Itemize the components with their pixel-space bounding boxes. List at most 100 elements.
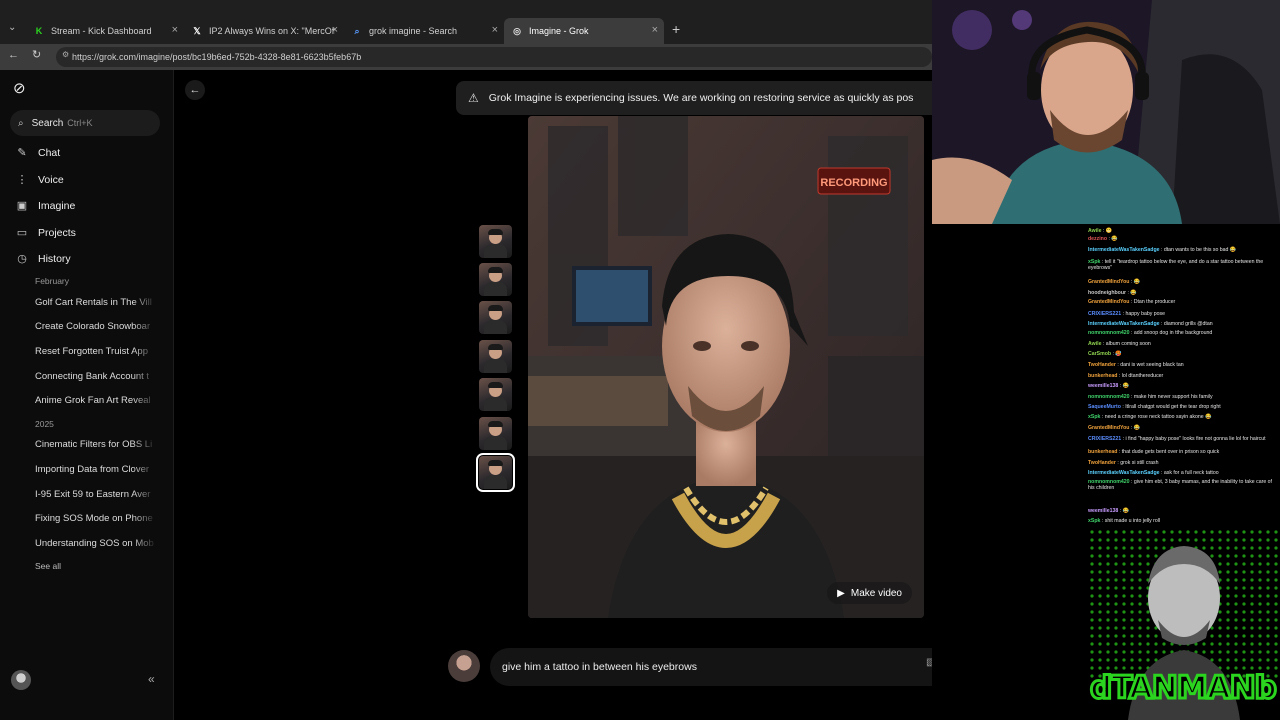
chat-username[interactable]: IntermediateWasTakenSadge xyxy=(1088,321,1160,327)
chat-username[interactable]: GrantedMindYou xyxy=(1088,279,1129,285)
chat-message: xSpk : tell it "teardrop tattoo below th… xyxy=(1088,259,1274,271)
chat-username[interactable]: GrantedMindYou xyxy=(1088,425,1129,431)
history-item[interactable]: Reset Forgotten Truist App xyxy=(35,346,157,357)
chat-username[interactable]: Awile xyxy=(1088,228,1101,234)
avatar[interactable] xyxy=(11,670,31,690)
chat-message: GrantedMindYou : 😂 xyxy=(1088,425,1274,431)
back-button[interactable]: ← xyxy=(185,80,205,100)
sidebar-item-projects[interactable]: ▭ Projects xyxy=(16,226,76,240)
sidebar-item-history[interactable]: ◷ History xyxy=(16,252,70,266)
chat-message: Awile : 😬 xyxy=(1088,228,1274,234)
chat-username[interactable]: hoodneighbour xyxy=(1088,290,1126,296)
chat-text: : 😬 xyxy=(1102,228,1113,234)
history-item[interactable]: Create Colorado Snowboar xyxy=(35,321,157,332)
tab-list-chevron-icon[interactable]: ⌄ xyxy=(8,22,16,33)
chat-username[interactable]: CRIXIERS221 xyxy=(1088,436,1121,442)
chat-username[interactable]: CRIXIERS221 xyxy=(1088,311,1121,317)
sidebar-item-chat[interactable]: ✎ Chat xyxy=(16,146,60,160)
chat-username[interactable]: bunkerhead xyxy=(1088,449,1117,455)
chat-message: IntermediateWasTakenSadge : diamond gril… xyxy=(1088,321,1274,327)
chat-username[interactable]: xSpk xyxy=(1088,518,1100,524)
tab-title: Stream - Kick Dashboard xyxy=(51,26,152,36)
generated-image[interactable]: RECORDING ▶ Make video xyxy=(528,116,924,618)
chat-username[interactable]: IntermediateWasTakenSadge xyxy=(1088,470,1160,476)
chat-text: : add snoop dog in tthe background xyxy=(1130,330,1213,336)
chat-message: bunkerhead : that dude gets bent over in… xyxy=(1088,449,1274,455)
chat-message: nomnomnom420 : add snoop dog in tthe bac… xyxy=(1088,330,1274,336)
tab-kick-dashboard[interactable]: K Stream - Kick Dashboard × xyxy=(26,18,184,44)
history-item[interactable]: Importing Data from Clover xyxy=(35,464,157,475)
chat-username[interactable]: GrantedMindYou xyxy=(1088,299,1129,305)
history-item[interactable]: Connecting Bank Account t xyxy=(35,371,157,382)
chat-username[interactable]: weemille138 xyxy=(1088,383,1118,389)
see-all-link[interactable]: See all xyxy=(35,561,61,571)
webcam-feed xyxy=(932,0,1280,224)
generated-image-art: RECORDING xyxy=(528,116,924,618)
prompt-avatar xyxy=(448,650,480,682)
new-tab-icon[interactable]: + xyxy=(672,21,680,37)
tab-x-post[interactable]: 𝕏 IP2 Always Wins on X: "MercOffDa × xyxy=(184,18,344,44)
sidebar-item-imagine[interactable]: ▣ Imagine xyxy=(16,199,76,213)
site-info-icon[interactable]: ⚙ xyxy=(62,50,69,59)
reload-icon[interactable]: ↻ xyxy=(32,48,41,61)
chat-text: : need a cringe rose neck tattoo sayin a… xyxy=(1101,414,1212,420)
chat-text: : dtan wants to be this so bad 😂 xyxy=(1160,247,1237,253)
thumbnail[interactable] xyxy=(479,225,512,258)
chat-text: : album coming soon xyxy=(1102,341,1151,347)
close-tab-icon[interactable]: × xyxy=(492,24,498,36)
history-icon: ◷ xyxy=(17,253,27,265)
make-video-button[interactable]: ▶ Make video xyxy=(827,582,912,604)
history-item[interactable]: Understanding SOS on Mob xyxy=(35,538,157,549)
chat-username[interactable]: nomnomnom420 xyxy=(1088,479,1130,485)
thumbnail[interactable] xyxy=(479,263,512,296)
chat-text: : make him never support his family xyxy=(1130,394,1213,400)
folder-icon: ▭ xyxy=(16,227,28,239)
banner-text: Grok Imagine is experiencing issues. We … xyxy=(488,92,914,104)
chat-username[interactable]: Awile xyxy=(1088,341,1101,347)
imagine-icon: ▣ xyxy=(16,200,28,212)
close-tab-icon[interactable]: × xyxy=(332,24,338,36)
search-label: Search xyxy=(31,117,64,129)
chat-username[interactable]: dezzino xyxy=(1088,236,1107,242)
tab-grok-search[interactable]: ⌕ grok imagine - Search × xyxy=(344,18,504,44)
chat-text: : 😂 xyxy=(1119,383,1130,389)
url-field[interactable]: https://grok.com/imagine/post/bc19b6ed-7… xyxy=(56,47,932,67)
tab-title: IP2 Always Wins on X: "MercOffDa xyxy=(209,26,335,36)
collapse-sidebar-icon[interactable]: « xyxy=(148,672,155,686)
thumbnail[interactable] xyxy=(479,301,512,334)
chat-username[interactable]: TwoHander xyxy=(1088,460,1116,466)
close-tab-icon[interactable]: × xyxy=(652,24,658,36)
chat-username[interactable]: xSpk xyxy=(1088,259,1100,265)
chat-message: SaqueeMurto : Itlrall chatgpt would get … xyxy=(1088,404,1274,410)
search-shortcut: Ctrl+K xyxy=(67,118,93,128)
chat-username[interactable]: IntermediateWasTakenSadge xyxy=(1088,247,1160,253)
grok-logo-icon[interactable]: ⊘ xyxy=(13,79,26,97)
thumbnail[interactable] xyxy=(479,417,512,450)
chat-username[interactable]: SaqueeMurto xyxy=(1088,404,1121,410)
history-item[interactable]: Anime Grok Fan Art Reveal xyxy=(35,395,157,406)
chat-username[interactable]: weemille138 xyxy=(1088,508,1118,514)
chat-username[interactable]: nomnomnom420 xyxy=(1088,330,1130,336)
chat-username[interactable]: bunkerhead xyxy=(1088,373,1117,379)
thumbnail[interactable] xyxy=(479,378,512,411)
thumbnail[interactable] xyxy=(479,340,512,373)
tab-title: Imagine - Grok xyxy=(529,26,589,36)
history-item[interactable]: Cinematic Filters for OBS Li xyxy=(35,439,157,450)
sidebar-item-voice[interactable]: ⋮ Voice xyxy=(16,173,64,187)
chat-username[interactable]: TwoHander xyxy=(1088,362,1116,368)
history-item[interactable]: Golf Cart Rentals in The Vill xyxy=(35,297,157,308)
chat-username[interactable]: xSpk xyxy=(1088,414,1100,420)
chat-message: CRIXIERS221 : i find "happy baby pose" l… xyxy=(1088,436,1274,442)
chat-username[interactable]: nomnomnom420 xyxy=(1088,394,1130,400)
chat-username[interactable]: CarSmob xyxy=(1088,351,1111,357)
history-item[interactable]: Fixing SOS Mode on Phone xyxy=(35,513,157,524)
thumbnail-selected[interactable] xyxy=(476,453,515,492)
search-box[interactable]: ⌕ Search Ctrl+K xyxy=(10,110,160,136)
history-item[interactable]: I-95 Exit 59 to Eastern Aver xyxy=(35,489,157,500)
back-icon[interactable]: ← xyxy=(8,49,19,61)
tab-imagine-grok[interactable]: ◎ Imagine - Grok × xyxy=(504,18,664,44)
arrow-left-icon: ← xyxy=(189,84,201,96)
close-tab-icon[interactable]: × xyxy=(172,24,178,36)
chat-text: : 😂 xyxy=(1127,290,1137,296)
chat-message: xSpk : shit made u into jelly roll xyxy=(1088,518,1274,524)
